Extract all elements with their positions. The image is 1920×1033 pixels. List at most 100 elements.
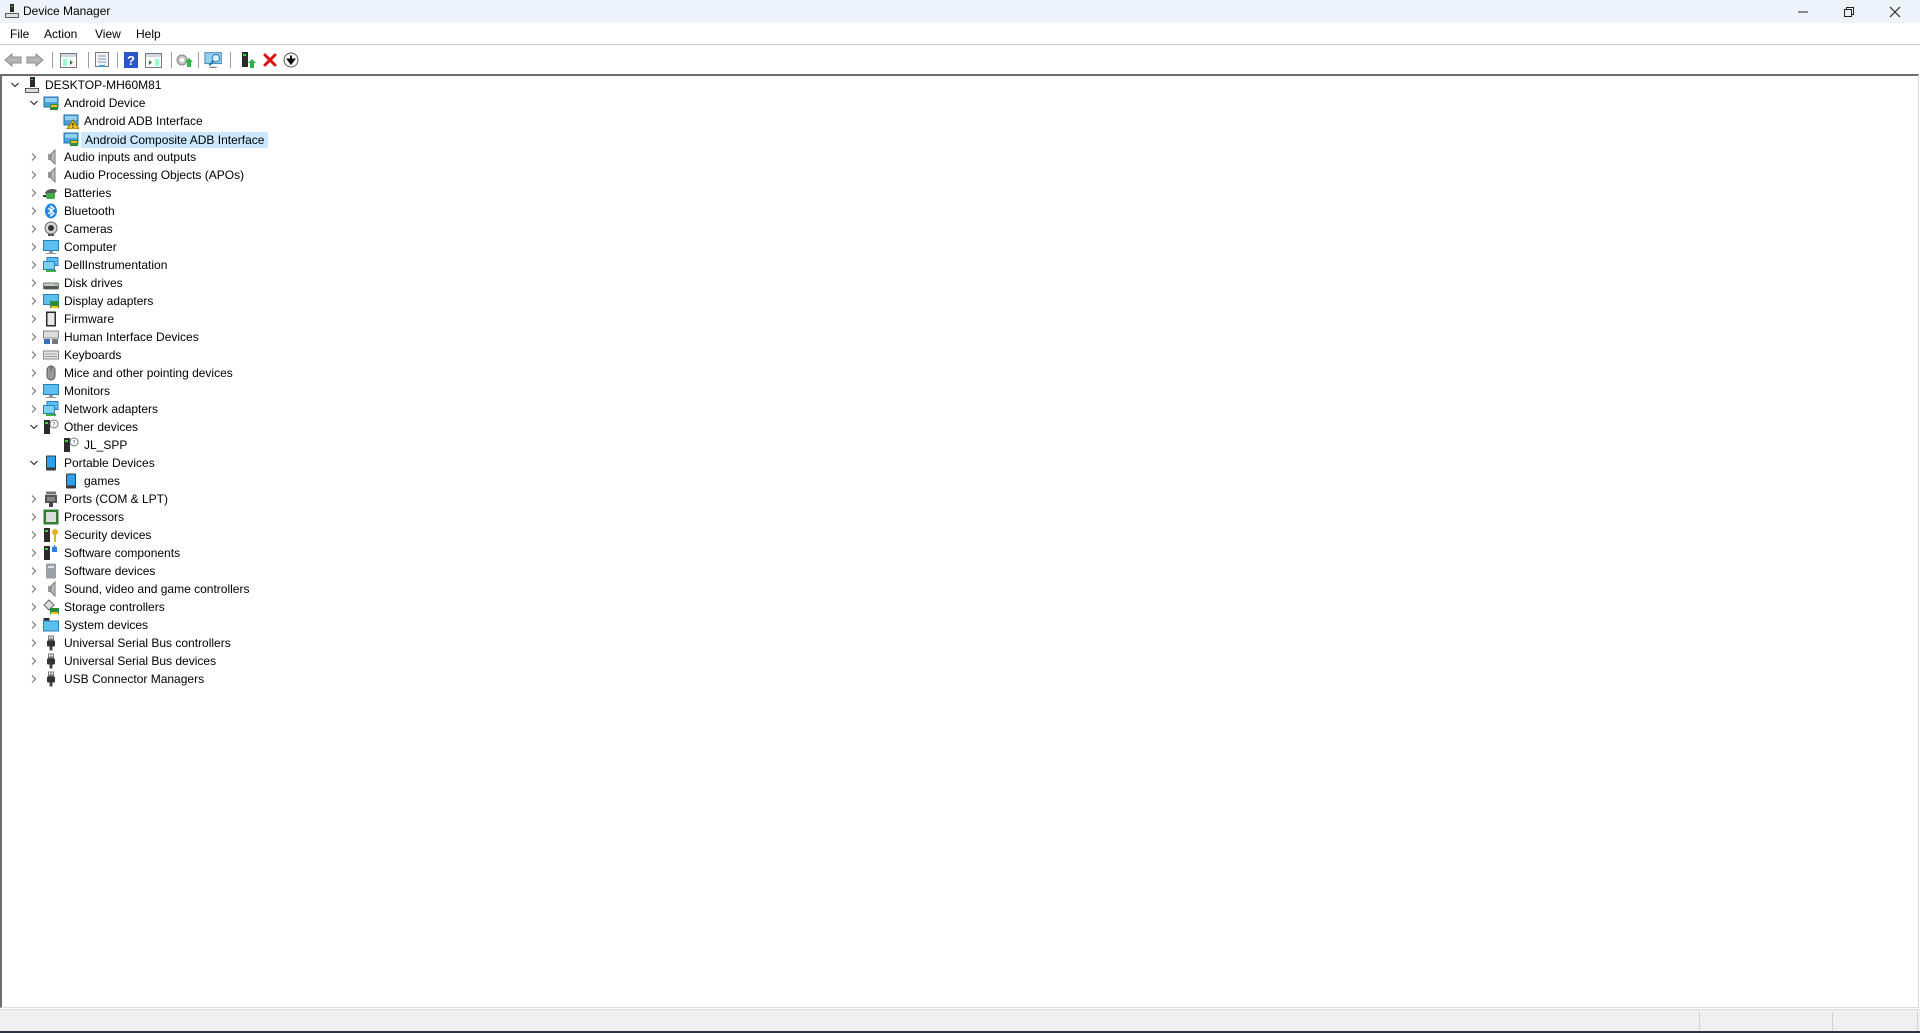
chevron-right-icon[interactable] [29, 562, 39, 580]
tree-item-label[interactable]: System devices [61, 618, 151, 634]
tree-item-label[interactable]: Software components [61, 546, 183, 562]
tree-item-label[interactable]: Human Interface Devices [61, 330, 202, 346]
console-tree-button[interactable] [58, 50, 78, 70]
tree-category[interactable]: Network adapters [2, 400, 702, 418]
chevron-right-icon[interactable] [29, 526, 39, 544]
tree-category[interactable]: Audio Processing Objects (APOs) [2, 166, 702, 184]
uninstall-device-button[interactable] [260, 50, 280, 70]
tree-item-label[interactable]: Display adapters [61, 294, 156, 310]
tree-category[interactable]: Monitors [2, 382, 702, 400]
menu-action[interactable]: Action [44, 27, 77, 41]
tree-category[interactable]: Batteries [2, 184, 702, 202]
tree-item-label[interactable]: Android ADB Interface [81, 114, 206, 130]
chevron-right-icon[interactable] [29, 274, 39, 292]
chevron-right-icon[interactable] [29, 652, 39, 670]
tree-category[interactable]: Bluetooth [2, 202, 702, 220]
tree-item-label[interactable]: Ports (COM & LPT) [61, 492, 171, 508]
tree-item-label[interactable]: Universal Serial Bus controllers [61, 636, 234, 652]
chevron-down-icon[interactable] [10, 76, 20, 94]
tree-item-label[interactable]: Mice and other pointing devices [61, 366, 236, 382]
action-pane-button[interactable] [143, 50, 163, 70]
tree-category[interactable]: Disk drives [2, 274, 702, 292]
tree-item-label[interactable]: DellInstrumentation [61, 258, 170, 274]
chevron-right-icon[interactable] [29, 490, 39, 508]
tree-category[interactable]: System devices [2, 616, 702, 634]
tree-item-label[interactable]: Security devices [61, 528, 154, 544]
tree-device[interactable]: Android Composite ADB Interface [2, 130, 702, 148]
tree-device[interactable]: ? JL_SPP [2, 436, 702, 454]
tree-category[interactable]: Processors [2, 508, 702, 526]
tree-item-label[interactable]: games [81, 474, 123, 490]
tree-item-label[interactable]: Computer [61, 240, 120, 256]
help-button[interactable]: ? [121, 50, 141, 70]
chevron-right-icon[interactable] [29, 328, 39, 346]
chevron-right-icon[interactable] [29, 634, 39, 652]
minimize-button[interactable] [1780, 0, 1826, 23]
menu-view[interactable]: View [95, 27, 121, 41]
tree-item-label[interactable]: Portable Devices [61, 456, 158, 472]
tree-category[interactable]: ? Other devices [2, 418, 702, 436]
tree-item-label[interactable]: Monitors [61, 384, 113, 400]
chevron-right-icon[interactable] [29, 670, 39, 688]
tree-category[interactable]: Mice and other pointing devices [2, 364, 702, 382]
tree-category[interactable]: Software components [2, 544, 702, 562]
chevron-right-icon[interactable] [29, 580, 39, 598]
chevron-right-icon[interactable] [29, 238, 39, 256]
device-tree[interactable]: DESKTOP-MH60M81 Android Device Android ADB… [0, 74, 1919, 1008]
tree-category[interactable]: Keyboards [2, 346, 702, 364]
tree-category[interactable]: Display adapters [2, 292, 702, 310]
chevron-right-icon[interactable] [29, 220, 39, 238]
tree-category[interactable]: Android Device [2, 94, 702, 112]
tree-device[interactable]: Android ADB Interface [2, 112, 702, 130]
close-button[interactable] [1872, 0, 1918, 23]
menu-file[interactable]: File [10, 27, 29, 41]
tree-item-label[interactable]: Universal Serial Bus devices [61, 654, 219, 670]
tree-category[interactable]: Storage controllers [2, 598, 702, 616]
tree-category[interactable]: Portable Devices [2, 454, 702, 472]
properties-button[interactable] [92, 50, 112, 70]
chevron-right-icon[interactable] [29, 598, 39, 616]
tree-item-label[interactable]: Audio inputs and outputs [61, 150, 199, 166]
tree-item-label[interactable]: Storage controllers [61, 600, 168, 616]
tree-item-label[interactable]: Other devices [61, 420, 141, 436]
tree-item-label[interactable]: Bluetooth [61, 204, 118, 220]
tree-category[interactable]: Sound, video and game controllers [2, 580, 702, 598]
tree-category[interactable]: Firmware [2, 310, 702, 328]
chevron-right-icon[interactable] [29, 292, 39, 310]
tree-item-label[interactable]: Processors [61, 510, 127, 526]
menu-help[interactable]: Help [136, 27, 161, 41]
chevron-right-icon[interactable] [29, 364, 39, 382]
chevron-down-icon[interactable] [29, 418, 39, 436]
tree-root[interactable]: DESKTOP-MH60M81 [2, 76, 702, 94]
tree-item-label[interactable]: DESKTOP-MH60M81 [42, 78, 164, 94]
chevron-right-icon[interactable] [29, 616, 39, 634]
chevron-down-icon[interactable] [29, 454, 39, 472]
tree-item-label[interactable]: Android Device [61, 96, 148, 112]
tree-item-label[interactable]: Software devices [61, 564, 158, 580]
chevron-down-icon[interactable] [29, 94, 39, 112]
tree-item-label[interactable]: Network adapters [61, 402, 161, 418]
tree-category[interactable]: Ports (COM & LPT) [2, 490, 702, 508]
tree-category[interactable]: Software devices [2, 562, 702, 580]
chevron-right-icon[interactable] [29, 148, 39, 166]
update-driver-button[interactable] [174, 50, 194, 70]
disable-device-button[interactable] [281, 50, 301, 70]
chevron-right-icon[interactable] [29, 202, 39, 220]
scan-hardware-button[interactable] [204, 50, 224, 70]
tree-device[interactable]: games [2, 472, 702, 490]
chevron-right-icon[interactable] [29, 346, 39, 364]
tree-item-label[interactable]: Android Composite ADB Interface [81, 132, 269, 148]
tree-category[interactable]: Cameras [2, 220, 702, 238]
tree-category[interactable]: DellInstrumentation [2, 256, 702, 274]
tree-category[interactable]: Universal Serial Bus devices [2, 652, 702, 670]
add-hardware-button[interactable] [238, 50, 258, 70]
tree-category[interactable]: Security devices [2, 526, 702, 544]
tree-item-label[interactable]: Batteries [61, 186, 114, 202]
tree-item-label[interactable]: USB Connector Managers [61, 672, 207, 688]
chevron-right-icon[interactable] [29, 544, 39, 562]
tree-category[interactable]: Computer [2, 238, 702, 256]
chevron-right-icon[interactable] [29, 400, 39, 418]
chevron-right-icon[interactable] [29, 256, 39, 274]
tree-item-label[interactable]: Keyboards [61, 348, 124, 364]
tree-category[interactable]: Universal Serial Bus controllers [2, 634, 702, 652]
